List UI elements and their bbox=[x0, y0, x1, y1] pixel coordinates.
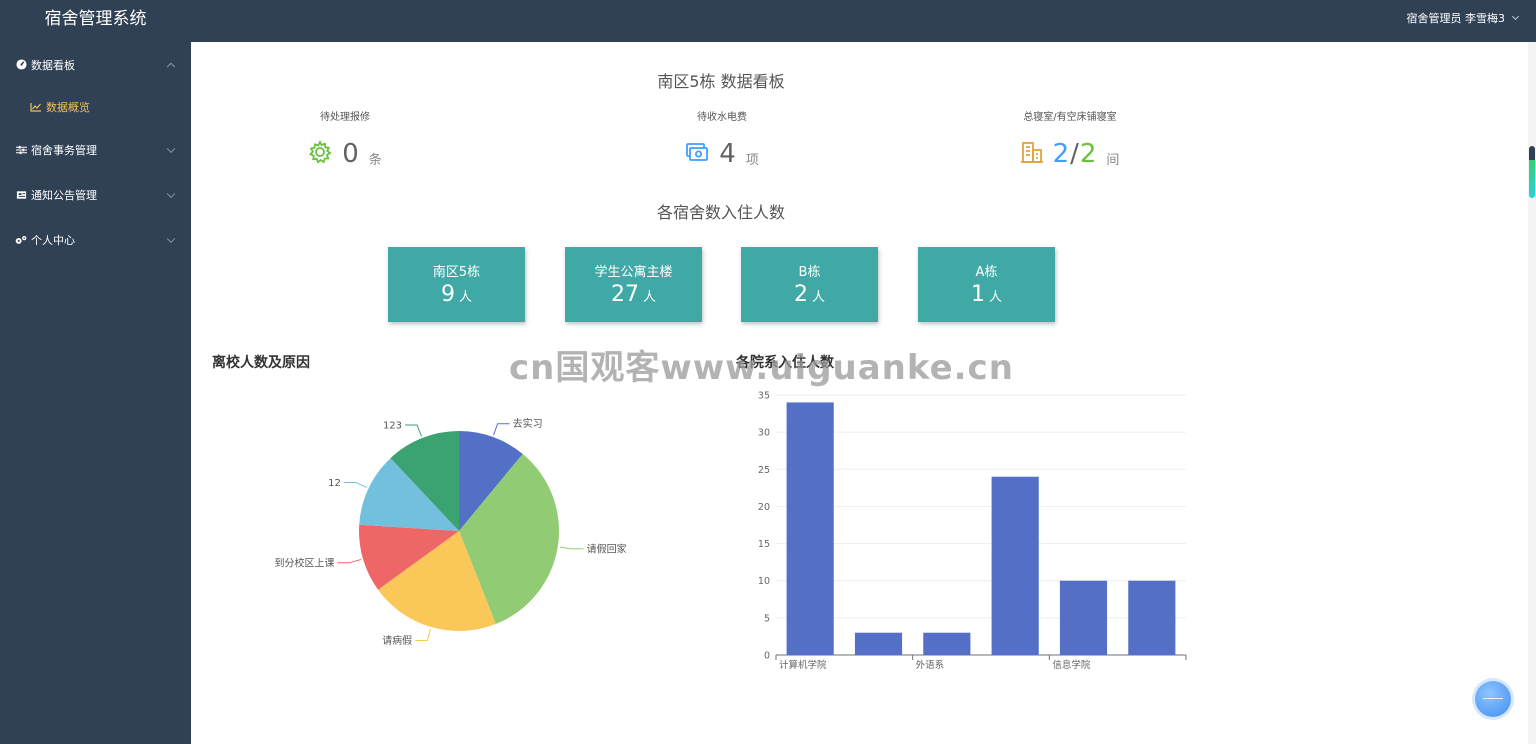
chart-line-icon bbox=[30, 102, 42, 112]
building-unit: 人 bbox=[642, 290, 656, 305]
fab-icon bbox=[1483, 698, 1503, 699]
stat-label: 待处理报修 bbox=[320, 112, 370, 123]
pie-label-line bbox=[337, 558, 362, 564]
x-tick-label: 信息学院 bbox=[1052, 659, 1091, 671]
bar[interactable] bbox=[991, 476, 1039, 655]
stat-label: 总寝室/有空床铺寝室 bbox=[1023, 112, 1117, 123]
stat-unit: 条 bbox=[368, 152, 382, 168]
x-tick-label: 计算机学院 bbox=[779, 659, 827, 671]
pie-label: 去实习 bbox=[513, 417, 543, 430]
pie-label-line bbox=[559, 546, 584, 550]
y-tick-label: 15 bbox=[758, 539, 770, 550]
menu-label: 数据概览 bbox=[46, 101, 90, 114]
pie-chart: 去实习请假回家请病假 到分校区上课 12 123 bbox=[275, 417, 627, 647]
y-tick-label: 25 bbox=[758, 465, 770, 476]
stat-dorm-rooms: 总寝室/有空床铺寝室 2 / 2 间 bbox=[970, 108, 1170, 169]
newspaper-icon bbox=[15, 190, 27, 200]
menu-label: 宿舍事务管理 bbox=[31, 143, 97, 157]
stat-label: 待收水电费 bbox=[697, 112, 747, 123]
pie-label-line bbox=[493, 423, 510, 436]
bar-chart-title: 各院系入住人数 bbox=[736, 355, 834, 371]
chevron-down-icon bbox=[1511, 12, 1520, 21]
y-tick-label: 10 bbox=[758, 576, 770, 587]
pie-label-line bbox=[415, 628, 432, 641]
chevron-down-icon bbox=[166, 189, 176, 198]
user-menu[interactable]: 宿舍管理员 李雪梅3 bbox=[1406, 0, 1520, 38]
pie-chart-title: 离校人数及原因 bbox=[212, 355, 310, 371]
user-name: 宿舍管理员 李雪梅3 bbox=[1406, 12, 1506, 25]
x-tick-label: 外语系 bbox=[916, 659, 945, 671]
stat-value: 0 bbox=[342, 139, 359, 169]
menu-item-personal-center[interactable]: 个人中心 bbox=[0, 217, 191, 262]
building-count: 27 bbox=[610, 282, 639, 307]
app-title: 宿舍管理系统 bbox=[44, 9, 147, 29]
building-count: 9 bbox=[440, 282, 455, 307]
y-tick-label: 5 bbox=[764, 613, 770, 624]
dashboard-icon bbox=[15, 59, 27, 70]
stat-value: 4 bbox=[719, 139, 736, 169]
sliders-icon bbox=[15, 145, 27, 155]
page-scrollbar[interactable] bbox=[1528, 42, 1536, 744]
building-name: B栋 bbox=[798, 265, 821, 280]
stat-pending-repairs: 待处理报修 0 条 bbox=[245, 108, 445, 169]
menu-label: 数据看板 bbox=[31, 58, 75, 72]
building-unit: 人 bbox=[811, 290, 825, 305]
top-header: 宿舍管理员 李雪梅3 bbox=[191, 0, 1536, 42]
building-unit: 人 bbox=[458, 290, 472, 305]
menu-label: 通知公告管理 bbox=[31, 188, 97, 202]
pie-label: 12 bbox=[328, 478, 341, 489]
building-count: 2 bbox=[793, 282, 808, 307]
building-card[interactable]: B栋 2人 bbox=[741, 247, 878, 322]
gear-icon bbox=[308, 139, 332, 168]
bar[interactable] bbox=[923, 632, 971, 655]
stat-separator: / bbox=[1070, 139, 1079, 169]
chevron-down-icon bbox=[166, 234, 176, 243]
menu-item-dorm-affairs[interactable]: 宿舍事务管理 bbox=[0, 127, 191, 172]
building-card[interactable]: 南区5栋 9人 bbox=[388, 247, 525, 322]
stat-value-free: 2 bbox=[1079, 139, 1097, 169]
sidebar: 宿舍管理系统 数据看板 数据概览 宿舍事务管理 通知公告管理 个人中心 bbox=[0, 0, 191, 744]
pie-label: 请假回家 bbox=[587, 542, 627, 555]
dashboard-title: 南区5栋 数据看板 bbox=[657, 72, 785, 91]
pie-label-line bbox=[405, 424, 422, 437]
y-tick-label: 0 bbox=[764, 651, 770, 662]
stat-value-total: 2 bbox=[1052, 139, 1070, 169]
floating-assistant-button[interactable] bbox=[1475, 681, 1511, 717]
building-name: 学生公寓主楼 bbox=[594, 265, 673, 280]
building-name: A栋 bbox=[975, 265, 998, 280]
pie-label-line bbox=[343, 481, 367, 489]
bar[interactable] bbox=[854, 632, 903, 655]
bar[interactable] bbox=[1059, 580, 1108, 655]
building-name: 南区5栋 bbox=[432, 265, 481, 280]
money-icon bbox=[685, 141, 709, 167]
stat-unit: 项 bbox=[745, 152, 759, 168]
occupancy-title: 各宿舍数入住人数 bbox=[656, 203, 785, 222]
pie-label: 到分校区上课 bbox=[275, 556, 335, 569]
chevron-up-icon bbox=[166, 62, 176, 71]
y-tick-label: 35 bbox=[758, 391, 770, 402]
scrollbar-thumb[interactable] bbox=[1529, 146, 1535, 198]
bar[interactable] bbox=[786, 402, 834, 655]
cogs-icon bbox=[15, 235, 27, 245]
chevron-down-icon bbox=[166, 144, 176, 153]
bar[interactable] bbox=[1128, 580, 1176, 655]
building-card[interactable]: 学生公寓主楼 27 人 bbox=[565, 247, 702, 322]
stat-unit: 间 bbox=[1106, 152, 1120, 168]
menu-item-data-overview[interactable]: 数据概览 bbox=[0, 87, 191, 127]
bar-chart: 0 5 10 15 20 25 30 35 计算机学院 外语系 信息学院 bbox=[758, 391, 1187, 671]
main-content: 南区5栋 数据看板 待处理报修 0 条 待收水电费 4 项 总寝室/有空床铺寝室 bbox=[191, 42, 1528, 744]
menu-label: 个人中心 bbox=[31, 233, 75, 247]
menu-item-notices[interactable]: 通知公告管理 bbox=[0, 172, 191, 217]
menu-item-dashboard[interactable]: 数据看板 bbox=[0, 42, 191, 87]
building-icon bbox=[1020, 140, 1043, 168]
building-unit: 人 bbox=[988, 290, 1002, 305]
pie-label: 请病假 bbox=[382, 634, 412, 647]
stat-pending-utility-fees: 待收水电费 4 项 bbox=[622, 108, 822, 169]
y-tick-label: 20 bbox=[758, 502, 770, 513]
building-card[interactable]: A栋 1人 bbox=[918, 247, 1055, 322]
building-count: 1 bbox=[970, 282, 985, 307]
y-tick-label: 30 bbox=[758, 428, 770, 439]
pie-label: 123 bbox=[383, 421, 402, 432]
